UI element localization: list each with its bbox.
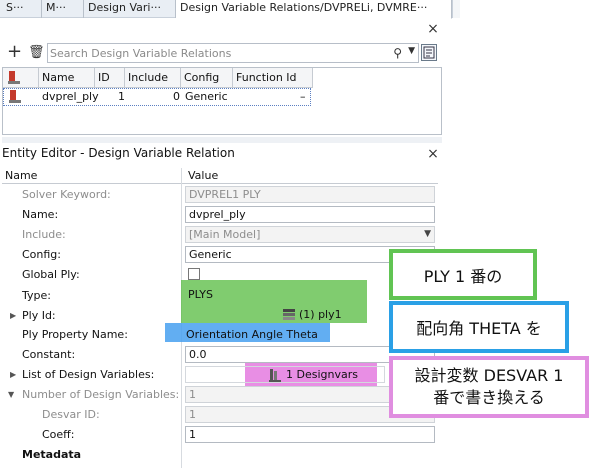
tab-overflow	[452, 0, 460, 18]
tab-bar: S··· M··· Design Vari··· Design Variable…	[0, 0, 452, 19]
ply-property-name-value[interactable]: Orientation Angle Theta	[186, 328, 318, 341]
cell-config: Generic	[185, 90, 228, 103]
cell-include: 0	[173, 90, 180, 103]
column-header-name[interactable]: Name	[39, 68, 95, 88]
tab-s[interactable]: S···	[2, 0, 42, 18]
search-options-chevron-down-icon[interactable]: ▼	[408, 46, 415, 56]
column-header-function-id[interactable]: Function Id	[233, 68, 313, 88]
editor-col-name: Name	[5, 169, 38, 182]
desvar-icon	[269, 369, 281, 382]
desvar-id-value: 1	[189, 408, 196, 421]
editor-title: Entity Editor - Design Variable Relation	[2, 146, 235, 160]
editor-header: Name Value	[2, 168, 438, 184]
type-value[interactable]: PLYS	[188, 288, 213, 301]
include-select[interactable]: [Main Model] ▼	[185, 226, 435, 243]
label-coeff: Coeff:	[42, 428, 75, 441]
expand-ply-id-icon[interactable]: ▶	[10, 311, 16, 320]
label-name: Name:	[22, 208, 59, 221]
search-box: ⚲ ▼	[47, 43, 419, 63]
global-ply-checkbox[interactable]	[188, 268, 200, 280]
label-ply-property-name: Ply Property Name:	[22, 328, 128, 341]
table-header: Name ID Include Config Function Id	[3, 68, 313, 88]
coeff-value: 1	[189, 428, 196, 441]
add-icon[interactable]: +	[7, 43, 22, 61]
include-value: [Main Model]	[189, 228, 261, 241]
callout-blue-text: 配向角 THETA を	[416, 319, 542, 338]
label-include: Include:	[22, 228, 66, 241]
splitter[interactable]	[2, 137, 442, 143]
label-type: Type:	[22, 289, 51, 302]
callout-green: PLY 1 番の	[389, 249, 537, 300]
column-header-config[interactable]: Config	[181, 68, 233, 88]
label-desvar-id: Desvar ID:	[42, 408, 100, 421]
label-metadata: Metadata	[22, 448, 82, 461]
chevron-down-icon: ▼	[424, 229, 431, 239]
callout-blue: 配向角 THETA を	[389, 301, 569, 353]
cell-id: 1	[118, 90, 125, 103]
label-list-of-design-variables: List of Design Variables:	[22, 368, 155, 381]
cell-name: dvprel_ply	[42, 90, 99, 103]
design-variables-value: 1 Designvars	[286, 368, 358, 381]
number-of-design-variables-value: 1	[189, 388, 196, 401]
name-value: dvprel_ply	[189, 208, 246, 221]
tab-m[interactable]: M···	[42, 0, 84, 18]
callout-pink-line1: 設計変数 DESVAR 1	[414, 366, 564, 385]
callout-pink-line2: 番で書き換える	[433, 388, 545, 407]
design-variables-link[interactable]: 1 Designvars	[185, 366, 385, 383]
label-number-of-design-variables: Number of Design Variables:	[22, 388, 180, 401]
expand-design-variables-icon[interactable]: ▶	[10, 370, 16, 379]
callout-green-text: PLY 1 番の	[423, 266, 503, 286]
table-row[interactable]: dvprel_ply 1 0 Generic –	[3, 88, 311, 106]
solver-keyword-field: DVPREL1 PLY	[185, 186, 435, 203]
collapse-number-of-design-variables-icon[interactable]: ▼	[8, 390, 14, 399]
callout-pink: 設計変数 DESVAR 1 番で書き換える	[389, 356, 589, 418]
label-config: Config:	[22, 248, 61, 261]
config-value: Generic	[189, 248, 232, 261]
ply-id-value: (1) ply1	[299, 308, 342, 321]
close-browser-icon[interactable]: ×	[426, 22, 440, 36]
header-icon-col	[3, 68, 39, 88]
tab-design-variable-relations[interactable]: Design Variable Relations/DVPRELi, DVMRE…	[176, 0, 452, 19]
name-field[interactable]: dvprel_ply	[185, 206, 435, 223]
column-header-id[interactable]: ID	[95, 68, 125, 88]
tab-design-variables[interactable]: Design Vari···	[84, 0, 176, 18]
column-header-include[interactable]: Include	[125, 68, 181, 88]
delete-icon[interactable]: 🗑	[28, 45, 45, 61]
constant-value: 0.0	[189, 348, 207, 361]
cell-function-id: –	[300, 90, 306, 103]
label-ply-id: Ply Id:	[22, 309, 56, 322]
filter-icon[interactable]	[421, 44, 437, 61]
close-editor-icon[interactable]: ×	[426, 147, 440, 161]
coeff-field[interactable]: 1	[185, 426, 435, 443]
label-solver-keyword: Solver Keyword:	[22, 188, 111, 201]
search-icon[interactable]: ⚲	[393, 46, 402, 60]
dvprel-entity-icon	[9, 90, 21, 103]
design-variable-relations-table: Name ID Include Config Function Id dvpre…	[2, 67, 442, 135]
editor-col-value: Value	[188, 169, 219, 182]
ply-id-link[interactable]: (1) ply1	[185, 306, 365, 323]
ply-stack-icon	[283, 309, 295, 320]
label-global-ply: Global Ply:	[22, 268, 80, 281]
solver-keyword-value: DVPREL1 PLY	[189, 188, 261, 201]
label-constant: Constant:	[22, 348, 76, 361]
search-input[interactable]	[50, 45, 390, 61]
